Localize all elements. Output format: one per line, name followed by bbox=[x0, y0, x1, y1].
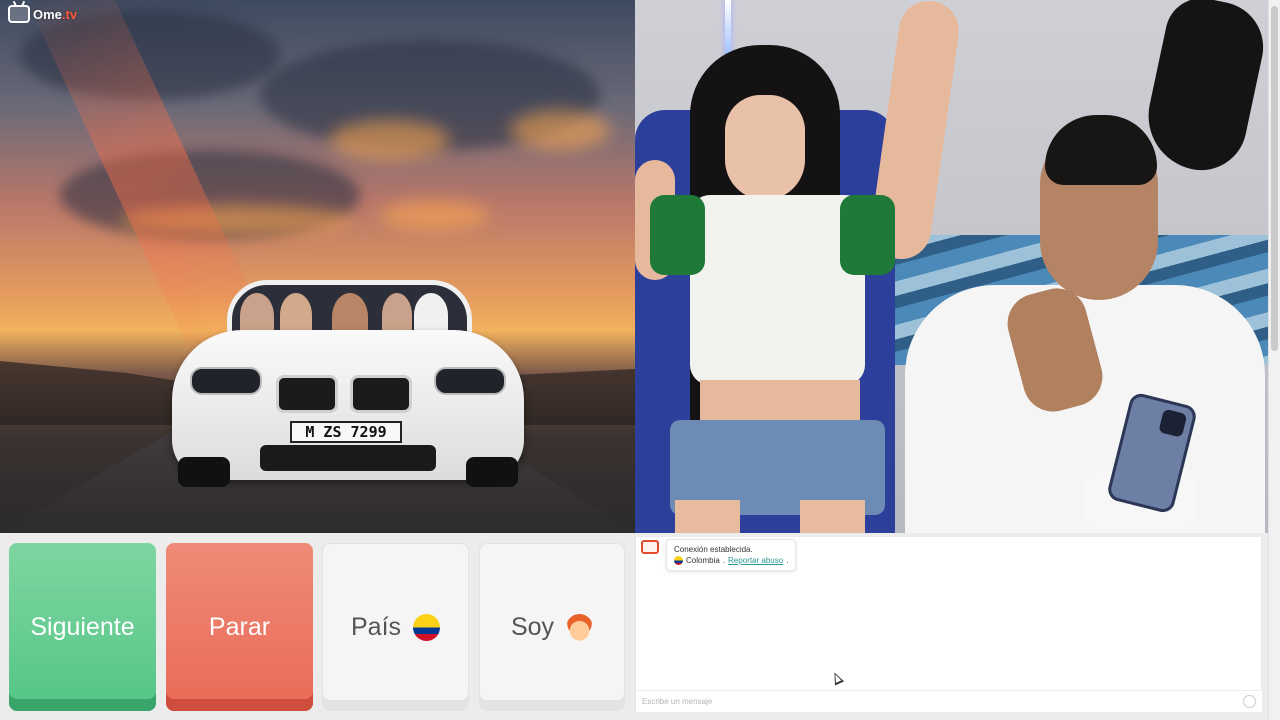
next-button[interactable]: Siguiente bbox=[9, 543, 156, 711]
logo-text: Ome.tv bbox=[33, 6, 78, 22]
gender-button[interactable]: Soy bbox=[479, 543, 625, 711]
stop-button[interactable]: Parar bbox=[166, 543, 313, 711]
person-top bbox=[690, 195, 865, 385]
tv-icon bbox=[8, 5, 30, 23]
system-message: Conexión establecida. Colombia. Reportar… bbox=[666, 539, 797, 571]
gender-button-label: Soy bbox=[510, 612, 555, 641]
chat-panel: Conexión establecida. Colombia. Reportar… bbox=[635, 537, 1262, 712]
car-image: M ZS 7299 bbox=[172, 275, 524, 495]
ometv-logo: Ome.tv bbox=[8, 5, 77, 23]
colombia-flag-icon bbox=[674, 556, 683, 565]
scrollbar-thumb[interactable] bbox=[1271, 6, 1278, 351]
partner-country: Colombia bbox=[686, 556, 720, 565]
license-plate: M ZS 7299 bbox=[290, 421, 402, 443]
ometv-app: M ZS 7299 Ome.tv Siguiente Parar País So… bbox=[0, 0, 1280, 720]
car-grille bbox=[260, 445, 436, 471]
message-input-bar bbox=[636, 690, 1262, 712]
country-button-label: País bbox=[350, 612, 402, 641]
boy-emoji-icon bbox=[566, 613, 594, 641]
guitar-case bbox=[1138, 0, 1272, 179]
emoji-icon[interactable] bbox=[1243, 695, 1256, 708]
colombia-flag-icon bbox=[413, 613, 441, 641]
person-face bbox=[725, 95, 805, 200]
ometv-chat-icon bbox=[641, 540, 659, 554]
person-hair-2 bbox=[1045, 115, 1157, 185]
stop-button-label: Parar bbox=[208, 612, 271, 641]
remote-video bbox=[635, 0, 1273, 533]
connection-status: Conexión establecida. bbox=[674, 545, 753, 554]
report-abuse-link[interactable]: Reportar abuso bbox=[728, 555, 783, 566]
message-input[interactable] bbox=[636, 691, 1226, 712]
local-video: M ZS 7299 Ome.tv bbox=[0, 0, 635, 533]
country-button[interactable]: País bbox=[322, 543, 469, 711]
next-button-label: Siguiente bbox=[30, 612, 135, 641]
